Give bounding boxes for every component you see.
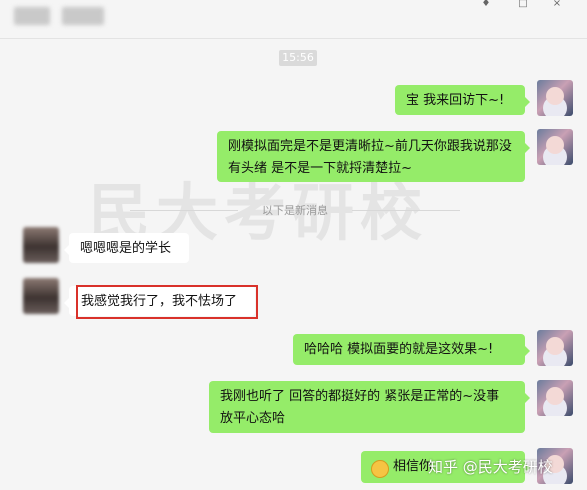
divider-line-left xyxy=(130,210,238,211)
message-bubble-received[interactable]: 我感觉我行了，我不怯场了 xyxy=(64,286,255,316)
avatar-self[interactable] xyxy=(537,129,573,165)
close-icon[interactable]: × xyxy=(550,0,564,9)
contact-name-blurred xyxy=(14,7,50,25)
pin-icon[interactable]: ♦ xyxy=(479,0,493,9)
message-timestamp: 15:56 xyxy=(279,50,317,66)
message-text: 刚模拟面完是不是更清晰拉~前几天你跟我说那没有头绪 是不是一下就捋清楚拉~ xyxy=(228,139,512,176)
divider-line-right xyxy=(352,210,460,211)
message-bubble-sent[interactable]: 刚模拟面完是不是更清晰拉~前几天你跟我说那没有头绪 是不是一下就捋清楚拉~ xyxy=(217,131,530,182)
message-text: 嗯嗯嗯是的学长 xyxy=(80,241,172,256)
message-bubble-sent[interactable]: 宝 我来回访下~! xyxy=(395,85,530,115)
message-text: 我刚也听了 回答的都挺好的 紧张是正常的~没事 放平心态哈 xyxy=(220,389,500,426)
message-bubble-sent[interactable]: 我刚也听了 回答的都挺好的 紧张是正常的~没事 放平心态哈 xyxy=(209,381,530,433)
message-bubble-sent[interactable]: 哈哈哈 模拟面要的就是这效果~! xyxy=(293,334,530,365)
avatar-contact[interactable] xyxy=(23,227,59,263)
avatar-self[interactable] xyxy=(537,380,573,416)
avatar-self[interactable] xyxy=(537,330,573,366)
avatar-self[interactable] xyxy=(537,80,573,116)
message-text: 哈哈哈 模拟面要的就是这效果~! xyxy=(304,342,494,357)
smile-emoji-icon xyxy=(371,460,389,478)
message-text: 相信你 xyxy=(393,459,433,474)
chat-header: ♦ □ × xyxy=(0,0,587,39)
message-text: 我感觉我行了，我不怯场了 xyxy=(81,294,238,309)
new-messages-divider: 以下是新消息 xyxy=(262,204,328,217)
more-icon[interactable]: □ xyxy=(516,0,530,9)
avatar-contact[interactable] xyxy=(23,278,59,314)
contact-name-blurred-2 xyxy=(62,7,104,25)
message-text: 宝 我来回访下~! xyxy=(406,93,505,108)
message-bubble-received[interactable]: 嗯嗯嗯是的学长 xyxy=(64,233,189,263)
source-credit: 知乎 @民大考研校 xyxy=(428,458,553,476)
